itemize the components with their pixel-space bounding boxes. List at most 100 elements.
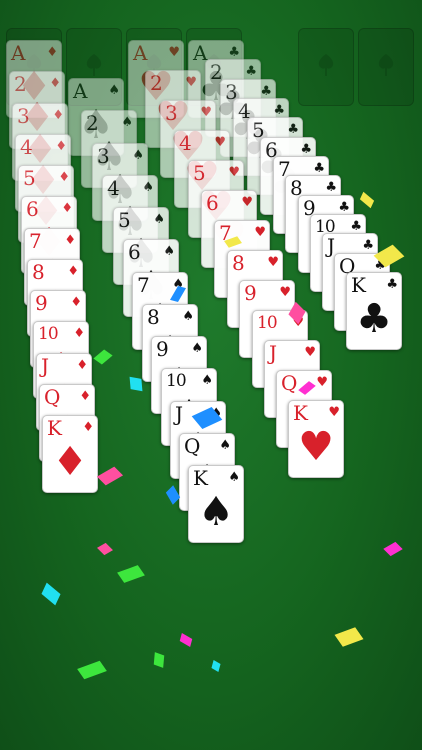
card-rank: 6 xyxy=(128,240,141,264)
card-rank: 10 xyxy=(257,313,278,333)
diamonds-icon: ♦ xyxy=(82,420,94,435)
card-rank: 8 xyxy=(147,305,160,329)
clubs-icon: ♣ xyxy=(300,142,312,157)
confetti-piece xyxy=(334,627,364,647)
spades-icon: ♠ xyxy=(219,438,231,453)
card-rank: J xyxy=(175,402,183,426)
hearts-icon: ♥ xyxy=(316,375,328,390)
hearts-icon: ♥ xyxy=(214,135,226,150)
leaf-icon xyxy=(371,50,401,84)
leaf-icon xyxy=(311,50,341,84)
card-rank: J xyxy=(269,341,277,365)
card-rank: K xyxy=(293,401,308,425)
card-rank: Q xyxy=(44,385,60,409)
hearts-icon: ♥ xyxy=(241,195,253,210)
card-rank: 4 xyxy=(107,176,120,200)
card-rank: J xyxy=(41,354,49,378)
card-rank: 2 xyxy=(14,72,27,96)
confetti-piece xyxy=(96,466,124,486)
spades-icon: ♠ xyxy=(121,115,133,130)
clubs-icon: ♣ xyxy=(386,277,398,292)
diamonds-icon: ♦ xyxy=(79,389,91,404)
diamonds-icon: ♦ xyxy=(67,264,79,279)
confetti-piece xyxy=(153,652,165,668)
card-rank: 5 xyxy=(118,208,131,232)
card-rank: Q xyxy=(184,434,200,458)
empty-slot[interactable] xyxy=(358,28,414,106)
hearts-icon: ♥ xyxy=(304,345,316,360)
solitaire-board: A♦♦2♦♦3♦♦4♦♦5♦♦6♦♦7♦♦8♦♦9♦♦10♦♦J♦♦Q♦♦K♦♦… xyxy=(0,0,422,750)
card-rank: 2 xyxy=(86,111,99,135)
clubs-icon: ♣ xyxy=(313,161,325,176)
diamonds-icon: ♦ xyxy=(64,233,76,248)
hearts-icon: ♥ xyxy=(298,424,334,470)
card-rank: 4 xyxy=(179,131,192,155)
spades-icon: ♠ xyxy=(182,309,194,324)
playing-card[interactable]: K ♣ ♣ xyxy=(346,272,402,350)
card-rank: 2 xyxy=(150,71,163,95)
spades-icon: ♠ xyxy=(142,180,154,195)
card-rank: 9 xyxy=(35,291,48,315)
empty-slot[interactable] xyxy=(298,28,354,106)
spades-icon: ♠ xyxy=(191,341,203,356)
hearts-icon: ♥ xyxy=(185,75,197,90)
confetti-piece xyxy=(179,633,193,647)
confetti-piece xyxy=(165,485,181,505)
card-rank: 6 xyxy=(206,191,219,215)
card-rank: 5 xyxy=(23,166,36,190)
diamonds-icon: ♦ xyxy=(61,201,73,216)
card-rank: A xyxy=(193,41,207,65)
playing-card[interactable]: K ♦ ♦ xyxy=(42,415,98,493)
clubs-icon: ♣ xyxy=(325,180,337,195)
confetti-piece xyxy=(117,565,145,583)
spades-icon: ♠ xyxy=(163,244,175,259)
clubs-icon: ♣ xyxy=(260,84,272,99)
hearts-icon: ♥ xyxy=(200,105,212,120)
diamonds-icon: ♦ xyxy=(49,76,61,91)
card-rank: A xyxy=(11,41,25,65)
hearts-icon: ♥ xyxy=(267,255,279,270)
card-rank: 9 xyxy=(156,337,169,361)
card-rank: K xyxy=(351,273,366,297)
card-rank: 7 xyxy=(137,273,150,297)
clubs-icon: ♣ xyxy=(362,238,374,253)
card-rank: 9 xyxy=(244,281,257,305)
spades-icon: ♠ xyxy=(201,373,213,388)
card-rank: Q xyxy=(281,371,297,395)
confetti-piece xyxy=(97,542,113,556)
spades-icon: ♠ xyxy=(198,489,234,535)
diamonds-icon: ♦ xyxy=(55,139,67,154)
spades-icon: ♠ xyxy=(228,470,240,485)
confetti-piece xyxy=(129,376,143,392)
card-rank: A xyxy=(73,79,87,103)
card-rank: 3 xyxy=(165,101,178,125)
card-rank: 7 xyxy=(29,229,42,253)
diamonds-icon: ♦ xyxy=(52,439,88,485)
playing-card[interactable]: K ♠ ♠ xyxy=(188,465,244,543)
clubs-icon: ♣ xyxy=(287,122,299,137)
card-rank: J xyxy=(327,234,335,258)
card-rank: 3 xyxy=(17,104,30,128)
spades-icon: ♠ xyxy=(153,212,165,227)
confetti-piece xyxy=(359,191,375,209)
card-rank: 8 xyxy=(232,251,245,275)
clubs-icon: ♣ xyxy=(350,219,362,234)
spades-icon: ♠ xyxy=(108,83,120,98)
clubs-icon: ♣ xyxy=(273,103,285,118)
card-rank: K xyxy=(193,466,208,490)
hearts-icon: ♥ xyxy=(168,45,180,60)
spades-icon: ♠ xyxy=(132,148,144,163)
card-rank: K xyxy=(47,416,62,440)
diamonds-icon: ♦ xyxy=(46,45,58,60)
clubs-icon: ♣ xyxy=(356,296,392,342)
clubs-icon: ♣ xyxy=(228,45,240,60)
diamonds-icon: ♦ xyxy=(76,358,88,373)
card-rank: 3 xyxy=(97,144,110,168)
diamonds-icon: ♦ xyxy=(73,326,85,341)
playing-card[interactable]: K ♥ ♥ xyxy=(288,400,344,478)
card-rank: A xyxy=(133,41,147,65)
hearts-icon: ♥ xyxy=(254,225,266,240)
hearts-icon: ♥ xyxy=(279,285,291,300)
clubs-icon: ♣ xyxy=(245,64,257,79)
hearts-icon: ♥ xyxy=(328,405,340,420)
